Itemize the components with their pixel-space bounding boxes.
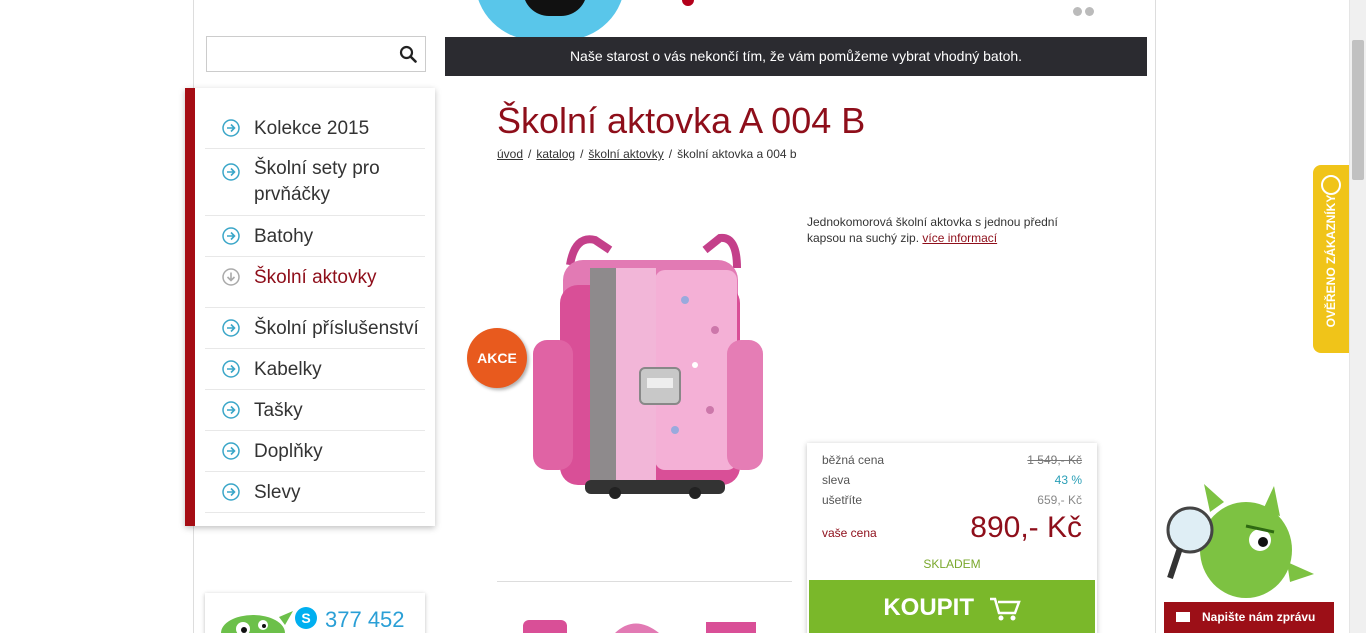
sidebar-item-skolni-prislusenstvi[interactable]: Školní příslušenství [205, 308, 425, 349]
arrow-down-circle-icon [222, 268, 240, 286]
sale-badge: AKCE [467, 328, 527, 388]
sidebar-item-skolni-aktovky[interactable]: Školní aktovky [205, 257, 425, 308]
contact-box: S 377 452 [205, 593, 425, 633]
price-box: běžná cena 1 549,- Kč sleva 43 % ušetřít… [807, 443, 1097, 633]
mascot-icon [221, 611, 293, 633]
search-box [206, 36, 426, 72]
breadcrumb: úvod / katalog / školní aktovky / školní aktov… [497, 147, 797, 161]
scrollbar-thumb[interactable] [1352, 40, 1364, 180]
slider-dot[interactable] [1085, 7, 1094, 16]
page-scrollbar[interactable] [1349, 0, 1366, 633]
arrow-right-circle-icon [222, 227, 240, 245]
breadcrumb-link-katalog[interactable]: katalog [536, 147, 575, 161]
arrow-right-circle-icon [222, 442, 240, 460]
sidebar-item-batohy[interactable]: Batohy [205, 216, 425, 257]
buy-button[interactable]: KOUPIT [809, 580, 1095, 633]
product-title: Školní aktovka A 004 B [497, 100, 866, 141]
more-info-link[interactable]: více informací [922, 231, 997, 245]
mail-icon [1176, 612, 1190, 622]
product-thumbnail[interactable] [700, 612, 760, 633]
regular-price-value: 1 549,- Kč [1027, 453, 1082, 467]
chat-button-label: Napište nám zprávu [1202, 610, 1316, 624]
sidebar-item-kolekce-2015[interactable]: Kolekce 2015 [205, 108, 425, 149]
product-image[interactable] [515, 190, 775, 510]
arrow-right-circle-icon [222, 119, 240, 137]
breadcrumb-link-skolni-aktovky[interactable]: školní aktovky [588, 147, 663, 161]
breadcrumb-link-uvod[interactable]: úvod [497, 147, 523, 161]
slider-dots[interactable] [1073, 3, 1097, 21]
sidebar-item-label: Doplňky [254, 441, 323, 462]
your-price-label: vaše cena [822, 526, 877, 540]
product-thumbnail[interactable] [513, 612, 573, 633]
sidebar-item-label: Kolekce 2015 [254, 118, 370, 139]
search-input[interactable] [207, 37, 387, 71]
arrow-right-circle-icon [222, 483, 240, 501]
verified-customers-tab[interactable]: OVĚŘENO ZÁKAZNÍKY [1313, 165, 1349, 353]
sidebar-item-label: Školní aktovky [254, 267, 377, 288]
breadcrumb-separator: / [580, 147, 584, 161]
chat-mascot-image[interactable] [1162, 482, 1322, 602]
verified-seal-icon [1321, 175, 1341, 195]
regular-price-row: běžná cena 1 549,- Kč [822, 453, 1082, 467]
chat-button[interactable]: Napište nám zprávu [1164, 602, 1334, 633]
sidebar-item-label: Kabelky [254, 359, 322, 380]
savings-row: ušetříte 659,- Kč [822, 493, 1082, 507]
cart-icon [989, 597, 1021, 621]
savings-value: 659,- Kč [1037, 493, 1082, 507]
regular-price-label: běžná cena [822, 453, 885, 467]
skype-icon[interactable]: S [295, 607, 317, 629]
page: Naše starost o vás nekončí tím, že vám p… [0, 0, 1366, 633]
image-divider [497, 581, 792, 582]
sidebar-item-slevy[interactable]: Slevy [205, 472, 425, 513]
breadcrumb-separator: / [528, 147, 532, 161]
product-description: Jednokomorová školní aktovka s jednou př… [807, 214, 1087, 246]
search-icon[interactable] [399, 45, 417, 63]
header-mascot [475, 0, 625, 37]
discount-row: sleva 43 % [822, 473, 1082, 487]
savings-label: ušetříte [822, 493, 863, 507]
buy-button-label: KOUPIT [883, 594, 974, 621]
product-thumbnail[interactable] [605, 612, 665, 633]
breadcrumb-current: školní aktovka a 004 b [677, 147, 797, 161]
discount-label: sleva [822, 473, 851, 487]
sidebar-item-label: Školní sety pro prvňáčky [254, 158, 380, 205]
stock-status: SKLADEM [923, 557, 981, 571]
sidebar-item-label: Tašky [254, 400, 303, 421]
sidebar-item-label: Školní příslušenství [254, 318, 419, 339]
category-sidebar: Kolekce 2015 Školní sety pro prvňáčky Ba… [185, 88, 435, 526]
sidebar-item-label: Batohy [254, 226, 314, 247]
column-divider-right [1155, 0, 1156, 633]
verified-label: OVĚŘENO ZÁKAZNÍKY [1324, 194, 1338, 328]
discount-value: 43 % [1054, 473, 1082, 487]
sidebar-item-skolni-sety[interactable]: Školní sety pro prvňáčky [205, 149, 425, 216]
heart-icon [682, 0, 694, 6]
arrow-right-circle-icon [222, 401, 240, 419]
info-banner: Naše starost o vás nekončí tím, že vám p… [445, 37, 1147, 76]
arrow-right-circle-icon [222, 163, 240, 181]
breadcrumb-separator: / [668, 147, 673, 161]
sidebar-item-label: Slevy [254, 482, 301, 503]
sidebar-item-doplnky[interactable]: Doplňky [205, 431, 425, 472]
slider-dot[interactable] [1073, 7, 1082, 16]
sidebar-item-kabelky[interactable]: Kabelky [205, 349, 425, 390]
contact-phone[interactable]: 377 452 [325, 607, 405, 633]
arrow-right-circle-icon [222, 319, 240, 337]
sidebar-item-tasky[interactable]: Tašky [205, 390, 425, 431]
arrow-right-circle-icon [222, 360, 240, 378]
your-price-value: 890,- Kč [970, 511, 1082, 544]
